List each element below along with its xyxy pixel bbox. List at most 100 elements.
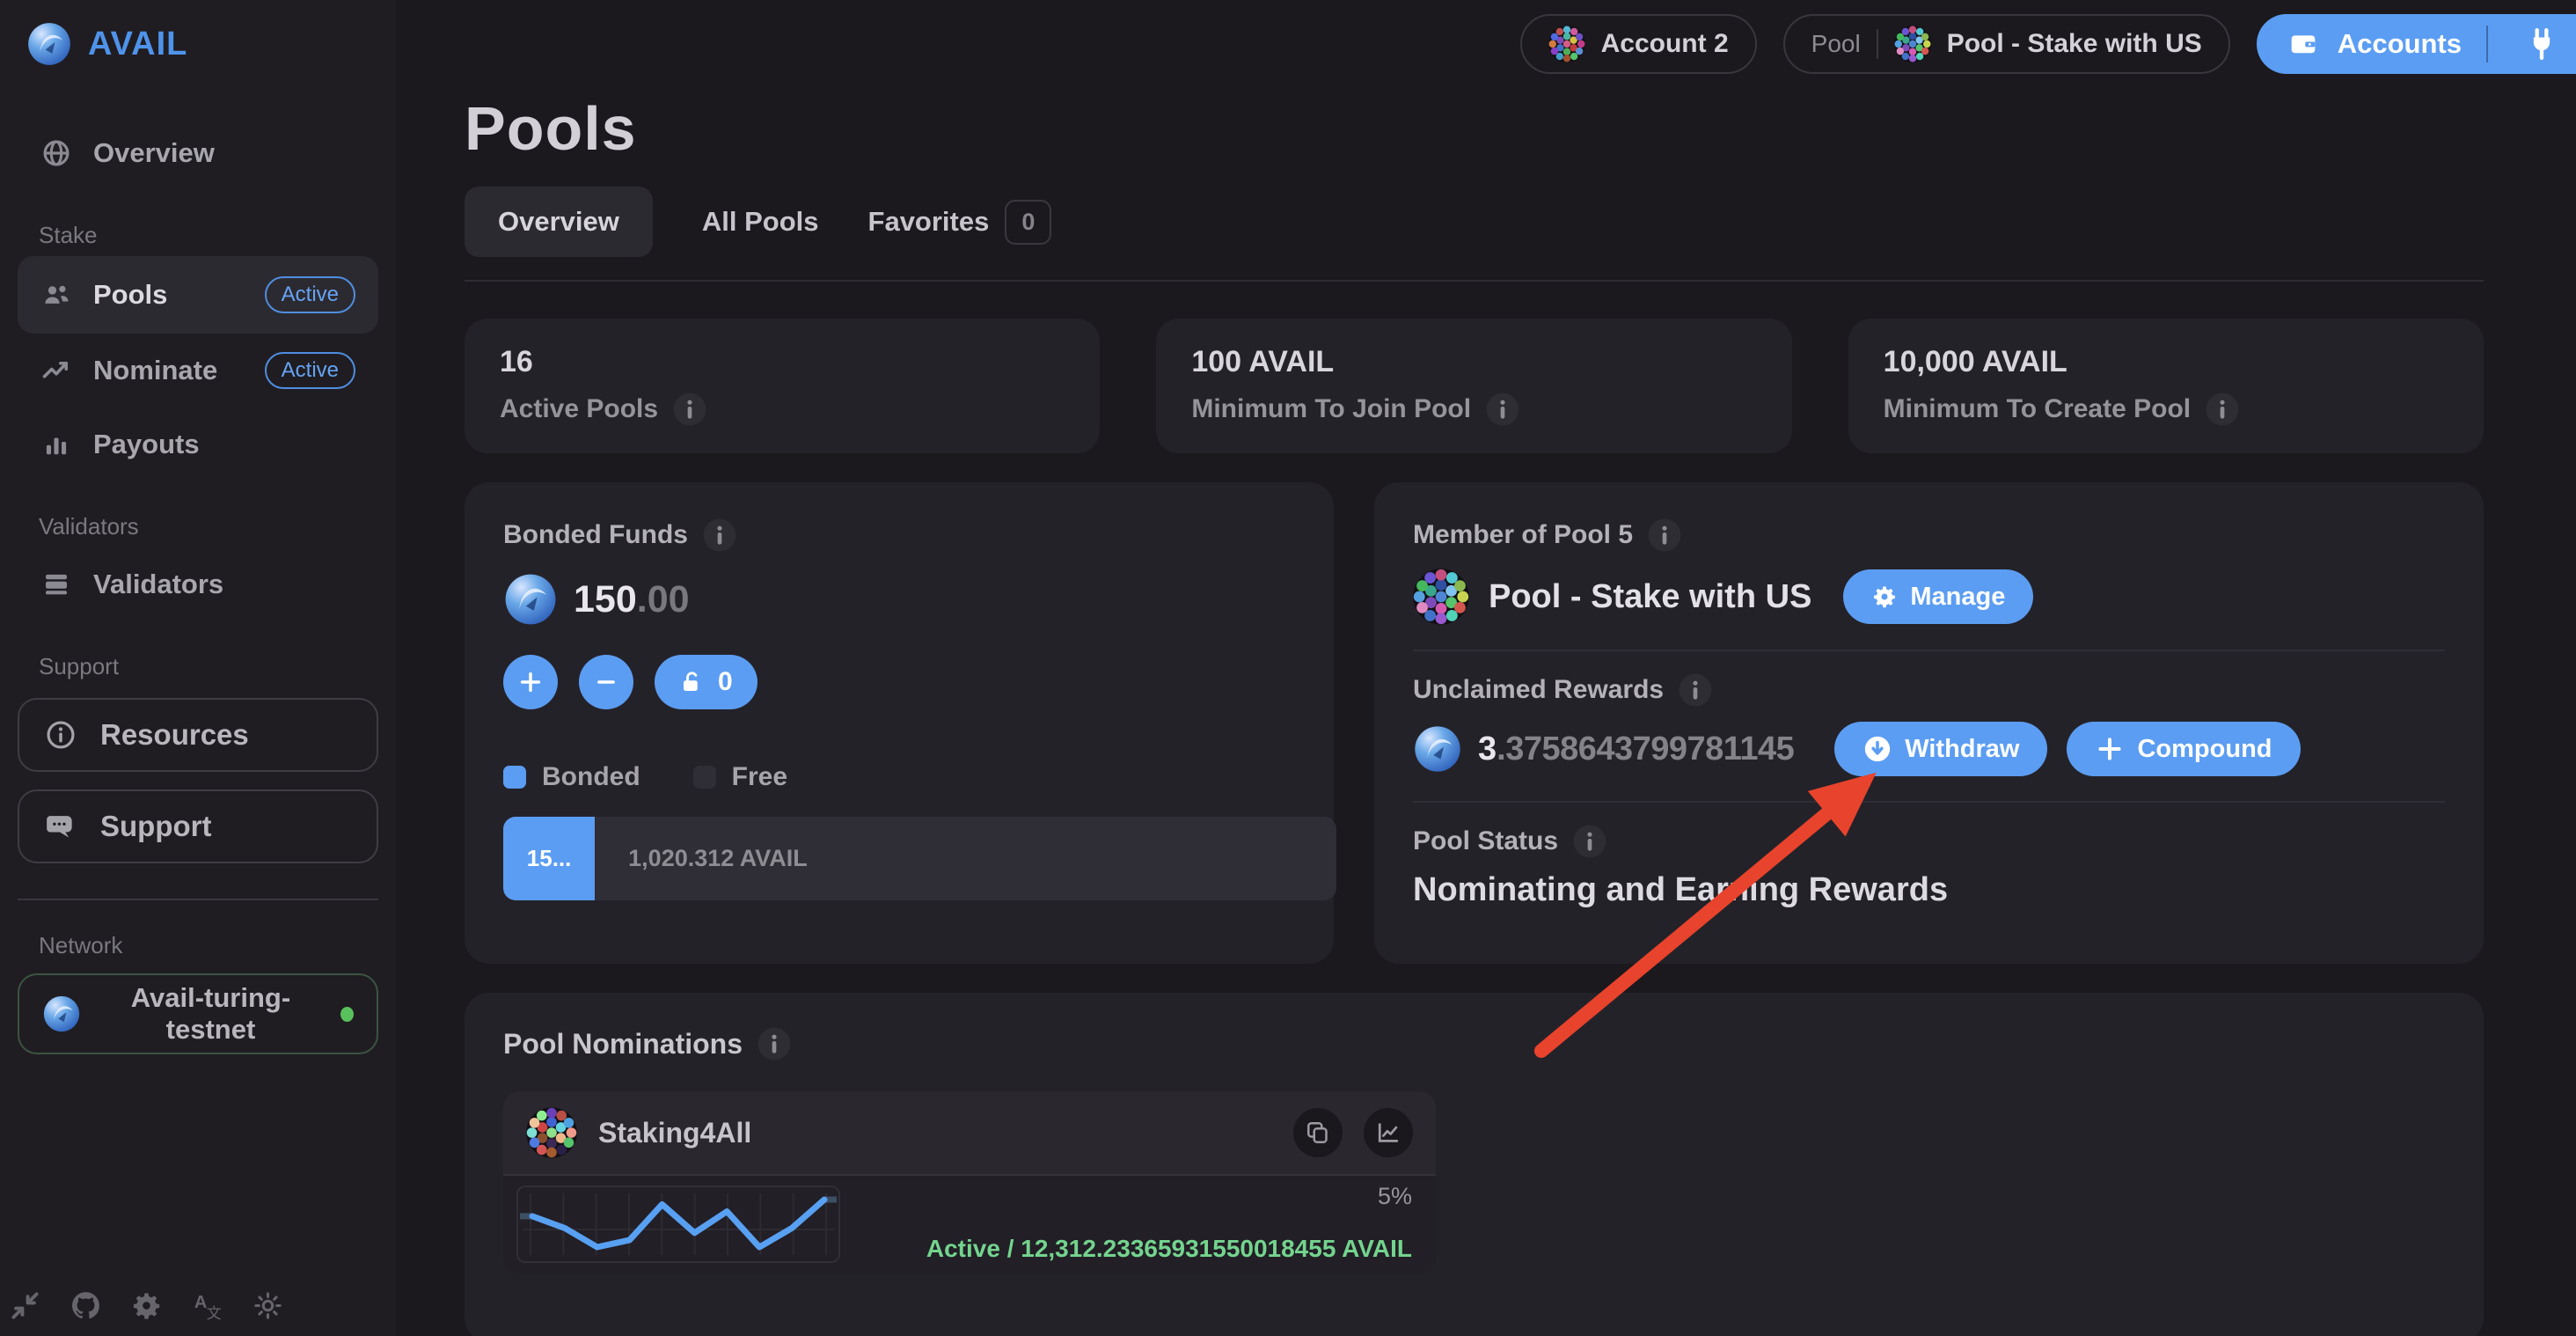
network-label: Avail-turing-testnet bbox=[100, 982, 321, 1046]
account-identicon bbox=[1548, 26, 1585, 62]
pool-identicon bbox=[1894, 26, 1931, 62]
tab-overview[interactable]: Overview bbox=[465, 187, 653, 257]
svg-text:文: 文 bbox=[207, 1304, 222, 1322]
pool-pill-label: Pool - Stake with US bbox=[1947, 29, 2202, 59]
nominated-pool-name: Staking4All bbox=[598, 1117, 751, 1149]
pool-status-value: Nominating and Earning Rewards bbox=[1413, 871, 2445, 909]
sidebar-item-pools[interactable]: Pools Active bbox=[18, 256, 378, 334]
svg-text:A: A bbox=[194, 1293, 207, 1312]
tabs-divider bbox=[465, 280, 2484, 282]
minus-icon bbox=[593, 669, 619, 695]
page-title: Pools bbox=[465, 93, 2484, 164]
nominated-pool-identicon bbox=[526, 1107, 577, 1158]
sidebar-item-overview[interactable]: Overview bbox=[18, 116, 378, 190]
performance-sparkline bbox=[516, 1186, 840, 1263]
stat-value: 16 bbox=[500, 345, 1065, 379]
sidebar-item-label: Validators bbox=[93, 569, 223, 600]
section-label-network: Network bbox=[39, 932, 396, 959]
accounts-button-label: Accounts bbox=[2338, 28, 2462, 60]
sidebar-item-payouts[interactable]: Payouts bbox=[18, 407, 378, 481]
theme-sun-icon[interactable] bbox=[252, 1289, 284, 1322]
sidebar-footer: A文 bbox=[9, 1289, 284, 1322]
unclaimed-amount-dec: .3758643799781145 bbox=[1497, 730, 1794, 767]
bonded-legend: Bonded Free bbox=[503, 762, 1295, 792]
manage-button[interactable]: Manage bbox=[1843, 569, 2033, 624]
bond-add-button[interactable] bbox=[503, 655, 558, 709]
info-icon[interactable] bbox=[1678, 672, 1713, 708]
account-pill[interactable]: Account 2 bbox=[1520, 14, 1757, 74]
pool-nominations-card: Pool Nominations Staking4All 5% bbox=[465, 993, 2484, 1336]
account-pill-label: Account 2 bbox=[1601, 29, 1729, 59]
stat-card-active-pools: 16 Active Pools bbox=[465, 319, 1100, 453]
copy-icon bbox=[1305, 1119, 1331, 1146]
unlock-button[interactable]: 0 bbox=[655, 655, 757, 709]
copy-address-button[interactable] bbox=[1293, 1108, 1343, 1157]
tabs: Overview All Pools Favorites 0 bbox=[465, 187, 2484, 257]
section-label-support: Support bbox=[39, 653, 396, 680]
member-pool-name: Pool - Stake with US bbox=[1489, 578, 1811, 616]
globe-icon bbox=[40, 137, 72, 169]
stat-card-min-create: 10,000 AVAIL Minimum To Create Pool bbox=[1848, 319, 2484, 453]
withdraw-button[interactable]: Withdraw bbox=[1834, 722, 2047, 776]
brand[interactable]: AVAIL bbox=[26, 21, 396, 67]
bonded-bar: 15... 1,020.312 AVAIL bbox=[503, 817, 1336, 900]
pool-status-title: Pool Status bbox=[1413, 826, 1558, 856]
card-divider bbox=[1413, 801, 2445, 803]
resources-button[interactable]: Resources bbox=[18, 698, 378, 772]
brand-name: AVAIL bbox=[88, 26, 187, 63]
collapse-icon[interactable] bbox=[9, 1289, 41, 1322]
accounts-button[interactable]: Accounts bbox=[2257, 14, 2576, 74]
wallet-icon bbox=[2288, 29, 2318, 59]
avail-coin-icon bbox=[503, 572, 558, 627]
compound-button[interactable]: Compound bbox=[2067, 722, 2300, 776]
tab-all-pools[interactable]: All Pools bbox=[702, 206, 819, 238]
server-icon bbox=[40, 569, 72, 600]
language-icon[interactable]: A文 bbox=[191, 1289, 223, 1322]
bonded-funds-card: Bonded Funds 150.00 0 bbox=[465, 482, 1334, 964]
trending-up-icon bbox=[40, 355, 72, 386]
support-label: Support bbox=[100, 810, 211, 843]
sidebar-item-label: Payouts bbox=[93, 429, 200, 460]
unlock-count: 0 bbox=[718, 667, 733, 697]
info-icon[interactable] bbox=[2205, 392, 2240, 427]
tab-favorites-label: Favorites bbox=[868, 206, 990, 238]
info-icon[interactable] bbox=[672, 392, 707, 427]
bonded-amount-dec: .00 bbox=[637, 578, 690, 620]
info-icon[interactable] bbox=[702, 518, 737, 553]
nominations-title: Pool Nominations bbox=[503, 1028, 743, 1061]
tab-favorites[interactable]: Favorites 0 bbox=[868, 200, 1052, 245]
network-status-dot bbox=[340, 1007, 354, 1022]
legend-swatch-free bbox=[693, 766, 716, 789]
pool-chart-button[interactable] bbox=[1364, 1108, 1413, 1157]
users-icon bbox=[40, 279, 72, 311]
unclaimed-title: Unclaimed Rewards bbox=[1413, 675, 1664, 705]
stat-value: 10,000 AVAIL bbox=[1884, 345, 2448, 379]
stat-card-min-join: 100 AVAIL Minimum To Join Pool bbox=[1156, 319, 1791, 453]
active-badge: Active bbox=[265, 352, 355, 389]
legend-bonded: Bonded bbox=[503, 762, 640, 792]
info-icon[interactable] bbox=[1485, 392, 1520, 427]
bonded-bar-value: 1,020.312 AVAIL bbox=[595, 845, 808, 872]
pool-pill[interactable]: Pool Pool - Stake with US bbox=[1783, 14, 2230, 74]
sidebar-item-nominate[interactable]: Nominate Active bbox=[18, 334, 378, 407]
support-button[interactable]: Support bbox=[18, 789, 378, 863]
sidebar-item-label: Pools bbox=[93, 279, 167, 311]
disconnect-plug-icon[interactable] bbox=[2507, 26, 2576, 62]
sidebar-item-validators[interactable]: Validators bbox=[18, 547, 378, 621]
info-icon[interactable] bbox=[1572, 824, 1607, 859]
bonded-amount-int: 150 bbox=[574, 578, 637, 620]
sidebar-nav: Overview Stake Pools Active Nominate Act… bbox=[0, 116, 396, 1054]
commission-value: 5% bbox=[1378, 1183, 1412, 1210]
info-icon[interactable] bbox=[1647, 518, 1682, 553]
info-icon[interactable] bbox=[757, 1026, 792, 1061]
settings-gear-icon[interactable] bbox=[130, 1289, 163, 1322]
network-button[interactable]: Avail-turing-testnet bbox=[18, 973, 378, 1054]
github-icon[interactable] bbox=[70, 1289, 102, 1322]
bar-chart-icon bbox=[40, 429, 72, 460]
stat-value: 100 AVAIL bbox=[1191, 345, 1756, 379]
bond-remove-button[interactable] bbox=[579, 655, 633, 709]
unclaimed-amount-int: 3 bbox=[1478, 730, 1497, 767]
line-chart-icon bbox=[1375, 1119, 1401, 1146]
stats-row: 16 Active Pools 100 AVAIL Minimum To Joi… bbox=[465, 319, 2484, 453]
section-label-validators: Validators bbox=[39, 513, 396, 540]
